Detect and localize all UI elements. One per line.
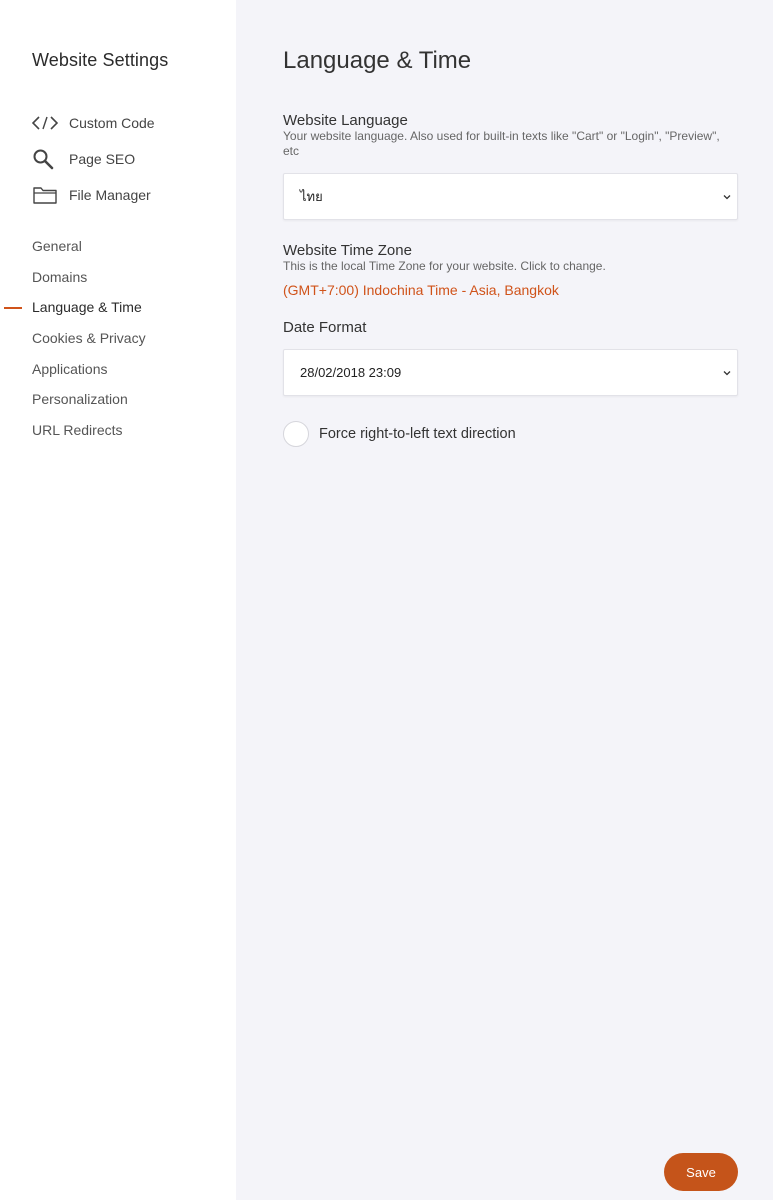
nav-item-domains[interactable]: Domains [0,262,236,293]
nav-item-applications[interactable]: Applications [0,354,236,385]
tool-label: Page SEO [69,151,136,167]
settings-nav: General Domains Language & Time Cookies … [0,231,236,446]
website-time-zone-description: This is the local Time Zone for your web… [283,259,606,273]
date-format-value: 28/02/2018 23:09 [300,365,402,380]
tool-item-custom-code[interactable]: Custom Code [32,105,155,141]
nav-item-cookies-privacy[interactable]: Cookies & Privacy [0,323,236,354]
nav-item-personalization[interactable]: Personalization [0,384,236,415]
tool-list: Custom Code Page SEO File Manager [32,105,155,213]
tool-label: File Manager [69,187,151,203]
tool-label: Custom Code [69,115,155,131]
nav-item-general[interactable]: General [0,231,236,262]
date-format-select[interactable]: 28/02/2018 23:09 [283,349,738,396]
rtl-toggle-row[interactable]: Force right-to-left text direction [283,421,516,447]
folder-icon [32,183,60,207]
save-button[interactable]: Save [664,1153,738,1191]
website-time-zone-label: Website Time Zone [283,242,412,259]
rtl-checkbox[interactable] [283,421,309,447]
website-language-value: ไทย [300,189,323,204]
sidebar: Website Settings Custom Code Page SEO Fi… [0,0,236,1200]
chevron-down-icon [721,367,733,379]
tool-item-page-seo[interactable]: Page SEO [32,141,155,177]
search-icon [32,147,60,171]
date-format-label: Date Format [283,319,367,336]
website-language-label: Website Language [283,112,408,129]
sidebar-title: Website Settings [32,50,169,70]
time-zone-link[interactable]: (GMT+7:00) Indochina Time - Asia, Bangko… [283,282,559,298]
code-icon [32,111,60,135]
nav-item-url-redirects[interactable]: URL Redirects [0,415,236,446]
nav-item-language-time[interactable]: Language & Time [0,292,236,323]
active-indicator [4,307,22,310]
chevron-down-icon [721,191,733,203]
website-language-description: Your website language. Also used for bui… [283,129,720,158]
nav-item-label: Language & Time [32,299,142,316]
page-title: Language & Time [283,47,472,74]
tool-item-file-manager[interactable]: File Manager [32,177,155,213]
website-language-select[interactable]: ไทย [283,173,738,220]
rtl-checkbox-label: Force right-to-left text direction [319,426,516,442]
